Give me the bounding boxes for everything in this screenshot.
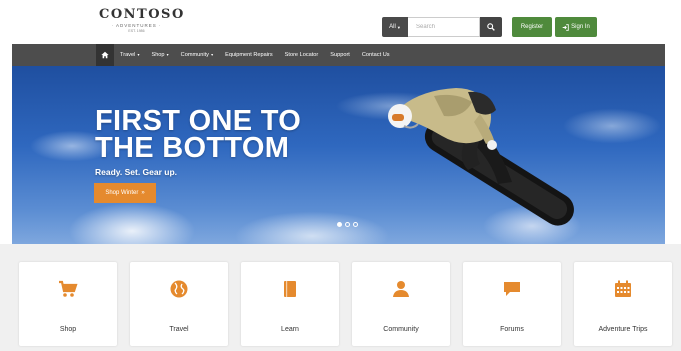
nav-item-equipment-repairs[interactable]: Equipment Repairs [225, 52, 273, 58]
search-icon [487, 23, 495, 31]
nav-item-label: Shop [151, 52, 165, 58]
category-card-label: Adventure Trips [598, 326, 648, 333]
chevron-down-icon: ▼ [396, 24, 401, 30]
nav-item-travel[interactable]: Travel ▾ [120, 52, 139, 58]
home-icon [101, 51, 109, 59]
nav-item-label: Travel [120, 52, 136, 58]
person-icon [391, 279, 411, 299]
category-card-label: Travel [169, 326, 189, 333]
brand-name: CONTOSO [99, 7, 185, 22]
globe-icon [169, 279, 189, 299]
sign-in-icon [562, 23, 569, 31]
nav-item-label: Support [330, 52, 350, 58]
chevron-down-icon: ▾ [165, 52, 169, 57]
search-input[interactable] [408, 17, 480, 37]
category-card-label: Community [383, 326, 419, 333]
category-card-travel[interactable]: Travel [130, 262, 228, 346]
nav-items: Travel ▾ Shop ▾ Community ▾ Equipment Repai… [120, 44, 402, 66]
category-card-label: Forums [500, 326, 524, 333]
carousel-dot[interactable] [337, 222, 342, 227]
nav-item-label: Equipment Repairs [225, 52, 273, 58]
chevron-down-icon: ▾ [136, 52, 140, 57]
header: CONTOSO · ADVENTURES · EST. 1986 All ▼ R… [0, 0, 681, 43]
category-card-forums[interactable]: Forums [463, 262, 561, 346]
hero-title: FIRST ONE TO THE BOTTOM [95, 105, 302, 164]
nav-item-label: Store Locator [284, 52, 319, 58]
speech-bubble-icon [502, 279, 522, 299]
cart-icon [58, 279, 78, 299]
category-cards: Shop Travel Learn Community Forums Adventure … [0, 244, 681, 351]
carousel-dot[interactable] [345, 222, 350, 227]
brand-established: EST. 1986 [128, 29, 145, 33]
category-card-adventure-trips[interactable]: Adventure Trips [574, 262, 672, 346]
carousel-dot[interactable] [353, 222, 358, 227]
nav-item-contact-us[interactable]: Contact Us [362, 52, 390, 58]
category-card-label: Learn [281, 326, 299, 333]
page: CONTOSO · ADVENTURES · EST. 1986 All ▼ R… [0, 0, 681, 351]
category-card-learn[interactable]: Learn [241, 262, 339, 346]
double-chevron-right-icon: » [141, 190, 145, 196]
nav-item-shop[interactable]: Shop ▾ [151, 52, 168, 58]
main-nav: Travel ▾ Shop ▾ Community ▾ Equipment Repai… [12, 44, 665, 66]
search-scope-dropdown[interactable]: All ▼ [382, 17, 408, 37]
search-bar: All ▼ [382, 17, 502, 37]
shop-winter-label: Shop Winter [105, 190, 139, 196]
snowboarder-image [388, 88, 574, 226]
search-scope-label: All [389, 24, 396, 30]
category-card-shop[interactable]: Shop [19, 262, 117, 346]
nav-item-support[interactable]: Support [330, 52, 350, 58]
book-icon [280, 279, 300, 299]
sign-in-label: Sign In [571, 24, 590, 30]
calendar-icon [613, 279, 633, 299]
sign-in-button[interactable]: Sign In [555, 17, 597, 37]
home-nav-button[interactable] [96, 44, 114, 66]
hero-banner: FIRST ONE TO THE BOTTOM Ready. Set. Gear… [12, 66, 665, 244]
hero-tagline: Ready. Set. Gear up. [95, 167, 178, 177]
chevron-down-icon: ▾ [209, 52, 214, 57]
nav-item-label: Contact Us [361, 52, 390, 58]
nav-item-community[interactable]: Community ▾ [181, 52, 213, 58]
search-button[interactable] [480, 17, 502, 37]
brand-logo[interactable]: CONTOSO · ADVENTURES · EST. 1986 [99, 7, 185, 38]
category-card-label: Shop [59, 326, 77, 333]
category-card-community[interactable]: Community [352, 262, 450, 346]
register-button[interactable]: Register [512, 17, 552, 37]
shop-winter-button[interactable]: Shop Winter » [94, 183, 156, 203]
nav-item-store-locator[interactable]: Store Locator [285, 52, 319, 58]
nav-item-label: Community [180, 52, 209, 58]
carousel-indicators [337, 222, 358, 227]
